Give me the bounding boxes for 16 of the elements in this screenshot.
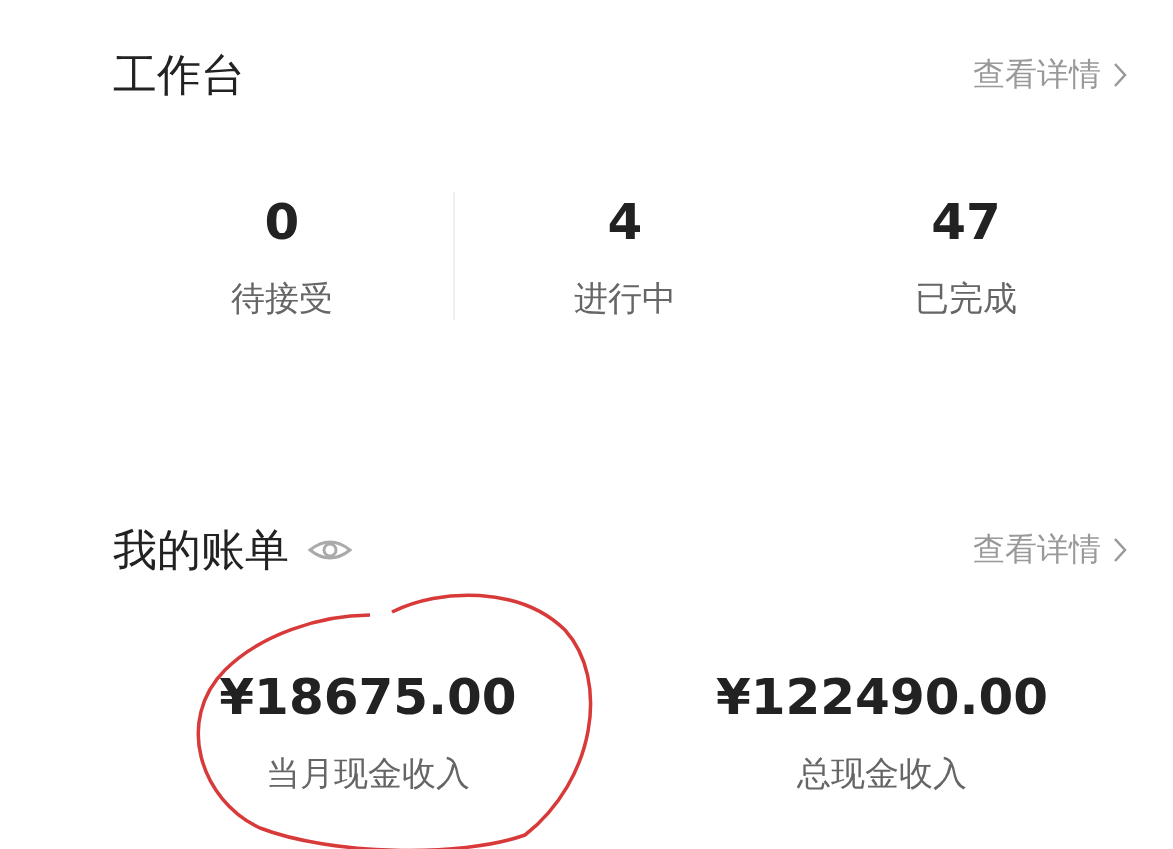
chevron-icon — [1113, 537, 1127, 563]
details-link[interactable]: 查看详情 — [973, 53, 1127, 97]
stat-value: 47 — [931, 192, 1001, 252]
amount-label: 当月现金收入 — [266, 752, 470, 795]
section-title: 工作台 — [113, 47, 245, 102]
chevron-icon — [1113, 62, 1127, 88]
amount-value: ¥18675.00 — [219, 667, 517, 727]
stat-label: 待接受 — [231, 277, 333, 320]
amount-label: 总现金收入 — [797, 752, 967, 795]
stat-label: 进行中 — [574, 277, 676, 320]
amount-value: ¥122490.00 — [715, 667, 1049, 727]
details-link[interactable]: 查看详情 — [973, 528, 1127, 572]
stat-label: 已完成 — [915, 277, 1017, 320]
section-title: 我的账单 — [113, 522, 289, 577]
stat-value: 4 — [607, 192, 643, 252]
stat-value: 0 — [264, 192, 300, 252]
